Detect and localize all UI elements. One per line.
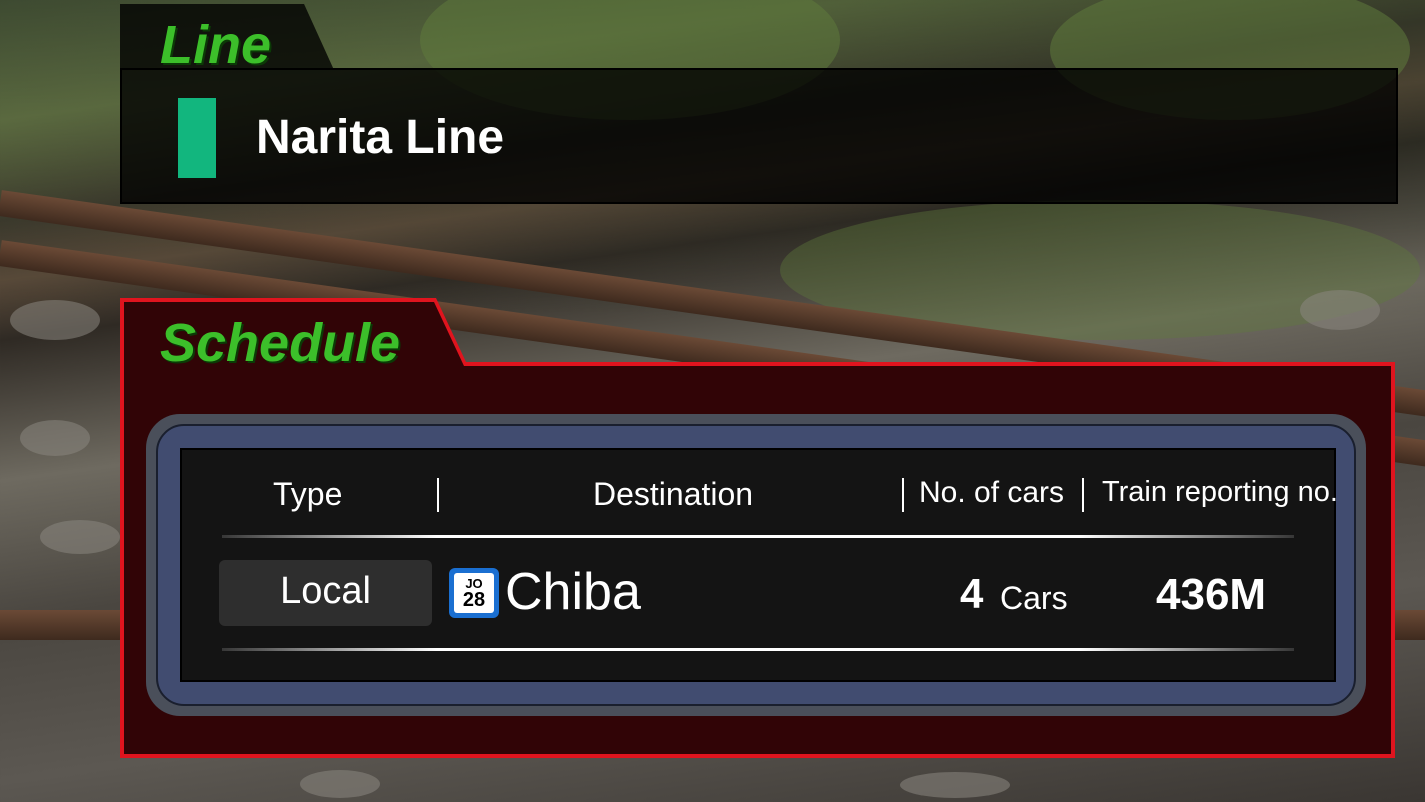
table-divider xyxy=(222,648,1294,651)
gravel-stone xyxy=(10,300,100,340)
header-separator xyxy=(902,478,904,512)
header-cars: No. of cars xyxy=(919,476,1065,509)
station-number: 28 xyxy=(462,588,486,611)
header-destination: Destination xyxy=(593,476,754,512)
cars-unit: Cars xyxy=(1000,580,1068,616)
line-name: Narita Line xyxy=(256,111,505,164)
gravel-stone xyxy=(1300,290,1380,330)
station-number-inner: JO 28 xyxy=(454,573,494,613)
station-line-code: JO xyxy=(465,575,483,591)
line-panel-title: Line xyxy=(160,15,272,75)
gravel-stone xyxy=(20,420,90,456)
line-color-indicator xyxy=(178,98,216,178)
train-type: Local xyxy=(280,570,371,612)
header-separator xyxy=(1082,478,1084,512)
destination: Chiba xyxy=(505,563,641,621)
gravel-stone xyxy=(300,770,380,798)
gravel-stone xyxy=(900,772,1010,798)
cars-count: 4 xyxy=(960,570,984,617)
train-reporting-number: 436M xyxy=(1156,570,1267,619)
header-report-no: Train reporting no. xyxy=(1102,476,1338,508)
station-number-icon: JO 28 xyxy=(449,568,499,618)
header-separator xyxy=(437,478,439,512)
gravel-stone xyxy=(40,520,120,554)
schedule-panel-title: Schedule xyxy=(160,313,401,373)
table-divider xyxy=(222,535,1294,538)
header-type: Type xyxy=(273,476,343,512)
